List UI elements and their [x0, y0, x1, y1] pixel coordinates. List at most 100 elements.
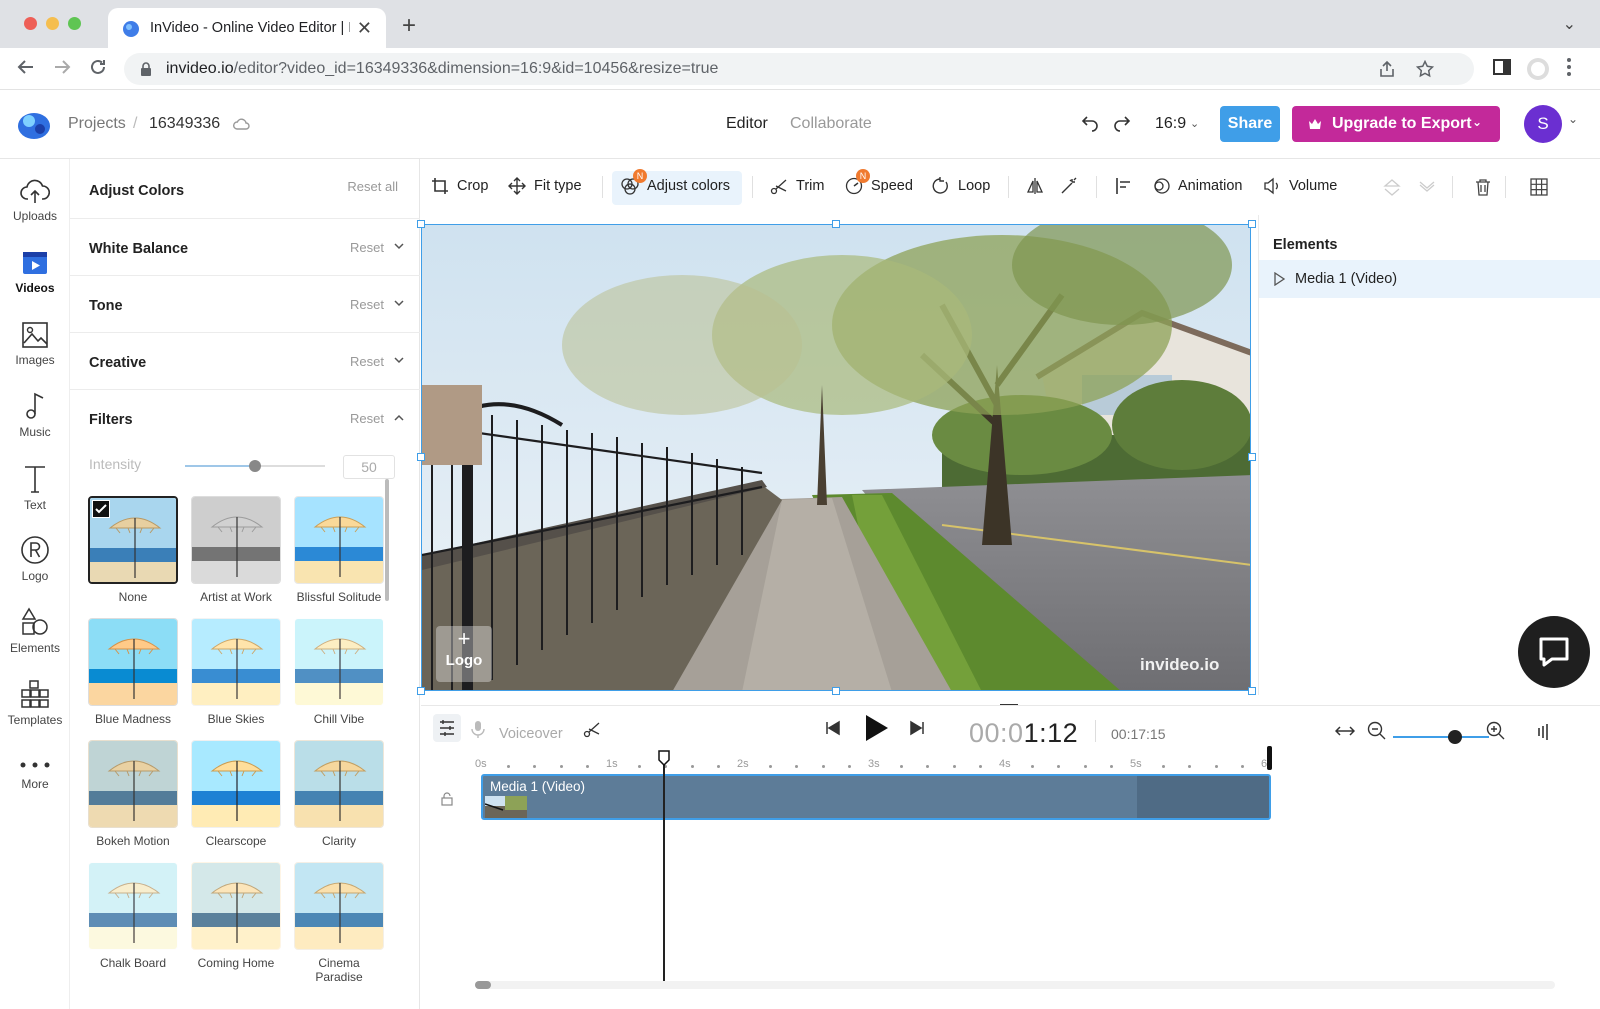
filter-item[interactable]: Bokeh Motion — [88, 740, 178, 848]
resize-handle[interactable] — [832, 687, 840, 695]
reload-icon[interactable] — [88, 57, 108, 77]
reset-button[interactable]: Reset — [350, 297, 384, 312]
grid-layout-icon[interactable] — [1530, 178, 1548, 196]
sidebar-item-logo[interactable]: Logo — [0, 535, 70, 583]
sidebar-item-elements[interactable]: Elements — [0, 607, 70, 655]
fit-width-icon[interactable] — [1335, 724, 1355, 738]
sidebar-item-more[interactable]: More — [0, 757, 70, 791]
resize-handle[interactable] — [417, 687, 425, 695]
bookmark-star-icon[interactable] — [1416, 60, 1434, 78]
reset-button[interactable]: Reset — [350, 354, 384, 369]
chevron-down-icon[interactable] — [394, 243, 404, 250]
playhead-handle-icon[interactable] — [658, 750, 670, 766]
filter-item[interactable]: Chalk Board — [88, 862, 178, 970]
filter-item[interactable]: Cinema Paradise — [294, 862, 384, 984]
filter-item[interactable]: None — [88, 496, 178, 604]
minimize-window-icon[interactable] — [46, 17, 59, 30]
filter-item[interactable]: Blue Skies — [191, 618, 281, 726]
zoom-slider[interactable] — [1393, 736, 1489, 738]
tab-search-chevron-icon[interactable]: ⌄ — [1563, 14, 1576, 34]
intensity-knob[interactable] — [249, 460, 261, 472]
timeline-ruler[interactable]: 0s1s2s3s4s5s6 — [481, 754, 1301, 774]
resize-handle[interactable] — [1248, 220, 1256, 228]
resize-handle[interactable] — [417, 453, 425, 461]
magic-wand-icon[interactable] — [1060, 177, 1078, 195]
zoom-out-icon[interactable] — [1367, 721, 1387, 741]
browser-menu-icon[interactable] — [1566, 57, 1572, 77]
chevron-down-icon[interactable] — [394, 300, 404, 307]
sidebar-item-templates[interactable]: Templates — [0, 679, 70, 727]
projects-link[interactable]: Projects — [68, 115, 126, 133]
upgrade-to-export-button[interactable]: Upgrade to Export ⌄ — [1292, 106, 1500, 142]
element-row[interactable]: Media 1 (Video) — [1259, 260, 1600, 298]
flip-icon[interactable] — [1026, 177, 1044, 195]
add-logo-button[interactable]: + Logo — [436, 626, 492, 682]
forward-arrow-icon[interactable] — [52, 57, 72, 77]
timeline-end-marker[interactable] — [1267, 746, 1272, 770]
filter-item[interactable]: Chill Vibe — [294, 618, 384, 726]
close-window-icon[interactable] — [24, 17, 37, 30]
share-page-icon[interactable] — [1378, 60, 1396, 78]
bring-forward-icon[interactable] — [1383, 178, 1401, 196]
filter-item[interactable]: Clearscope — [191, 740, 281, 848]
zoom-in-icon[interactable] — [1486, 721, 1506, 741]
intensity-value-field[interactable]: 50 — [343, 455, 395, 479]
resize-handle[interactable] — [1248, 453, 1256, 461]
sidebar-toggle-icon[interactable] — [1492, 57, 1512, 77]
section-tone[interactable]: Tone Reset — [70, 276, 420, 333]
aspect-chevron-icon[interactable]: ⌄ — [1190, 117, 1199, 130]
play-icon[interactable] — [861, 713, 891, 743]
microphone-icon[interactable] — [471, 720, 485, 738]
expand-triangle-icon[interactable] — [1273, 272, 1285, 286]
split-scissors-icon[interactable] — [583, 720, 601, 738]
video-track-clip[interactable]: Media 1 (Video) — [481, 774, 1271, 820]
filter-item[interactable]: Clarity — [294, 740, 384, 848]
timeline-toggle-icon[interactable] — [433, 714, 461, 742]
resize-handle[interactable] — [1248, 687, 1256, 695]
voiceover-label[interactable]: Voiceover — [499, 726, 563, 742]
aspect-ratio-select[interactable]: 16:9 — [1155, 115, 1186, 133]
section-creative[interactable]: Creative Reset — [70, 333, 420, 390]
skip-forward-icon[interactable] — [909, 720, 925, 736]
resize-handle[interactable] — [417, 220, 425, 228]
skip-back-icon[interactable] — [825, 720, 841, 736]
section-filters[interactable]: Filters Reset — [70, 390, 420, 447]
unlock-icon[interactable] — [441, 792, 453, 806]
chat-support-button[interactable] — [1518, 616, 1590, 688]
trash-icon[interactable] — [1475, 178, 1491, 196]
filter-item[interactable]: Artist at Work — [191, 496, 281, 604]
tab-collaborate[interactable]: Collaborate — [790, 115, 872, 133]
section-white-balance[interactable]: White Balance Reset — [70, 219, 420, 276]
sidebar-item-videos[interactable]: Videos — [0, 249, 70, 295]
filter-item[interactable]: Blissful Solitude — [294, 496, 384, 604]
back-arrow-icon[interactable] — [16, 57, 36, 77]
new-tab-icon[interactable]: + — [402, 12, 416, 40]
video-canvas[interactable] — [421, 224, 1251, 691]
zoom-knob[interactable] — [1448, 730, 1462, 744]
timeline-scrollbar[interactable] — [475, 981, 1555, 989]
sidebar-item-uploads[interactable]: Uploads — [0, 177, 70, 223]
panel-scrollbar[interactable] — [385, 479, 389, 601]
reset-button[interactable]: Reset — [350, 240, 384, 255]
redo-icon[interactable] — [1112, 112, 1132, 132]
send-backward-icon[interactable] — [1418, 178, 1436, 196]
browser-tab[interactable]: InVideo - Online Video Editor | I ✕ — [108, 8, 386, 48]
reset-button[interactable]: Reset — [350, 411, 384, 426]
project-id[interactable]: 16349336 — [149, 115, 220, 133]
avatar[interactable]: S — [1524, 105, 1562, 143]
sidebar-item-images[interactable]: Images — [0, 321, 70, 367]
chevron-down-icon[interactable] — [394, 357, 404, 364]
align-icon[interactable] — [1115, 177, 1133, 195]
resize-handle[interactable] — [832, 220, 840, 228]
tab-editor[interactable]: Editor — [726, 115, 768, 133]
share-button[interactable]: Share — [1220, 106, 1280, 142]
sidebar-item-music[interactable]: Music — [0, 391, 70, 439]
reset-all-button[interactable]: Reset all — [347, 179, 398, 194]
chevron-up-icon[interactable] — [394, 414, 404, 421]
filter-item[interactable]: Blue Madness — [88, 618, 178, 726]
filter-item[interactable]: Coming Home — [191, 862, 281, 970]
close-tab-icon[interactable]: ✕ — [357, 18, 372, 39]
maximize-window-icon[interactable] — [68, 17, 81, 30]
sidebar-item-text[interactable]: Text — [0, 464, 70, 512]
profile-icon[interactable] — [1526, 57, 1550, 81]
